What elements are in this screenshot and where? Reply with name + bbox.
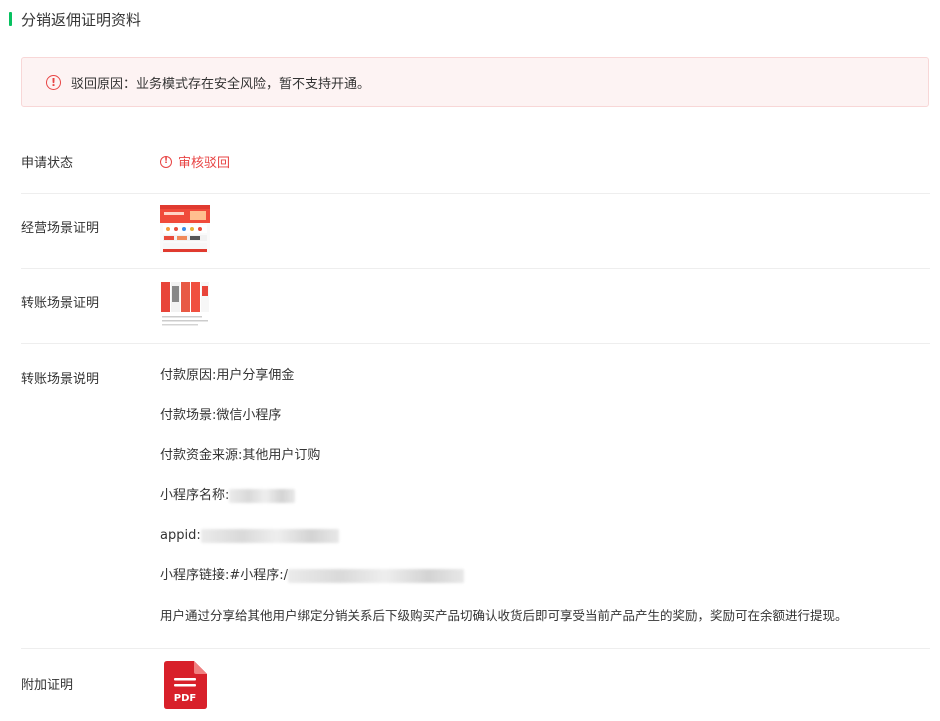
extra-proof-label: 附加证明	[21, 678, 74, 693]
exclamation-circle-icon: !	[46, 74, 61, 90]
business-scene-thumbnail[interactable]	[160, 205, 210, 253]
status-badge: ! 审核驳回	[160, 152, 230, 171]
rejection-reason-text: 驳回原因：业务模式存在安全风险，暂不支持开通。	[71, 76, 371, 92]
desc-line-reason: 付款原因:用户分享佣金	[160, 368, 295, 383]
desc-line-mini-name: 小程序名称:	[160, 486, 848, 526]
desc-line-link: 小程序链接:#小程序:/	[160, 566, 848, 606]
transfer-desc-label: 转账场景说明	[21, 372, 100, 387]
redacted-value	[229, 489, 296, 503]
appid-label: appid:	[160, 528, 201, 543]
business-scene-label: 经营场景证明	[21, 221, 100, 236]
status-row: 申请状态 ! 审核驳回	[21, 140, 930, 194]
status-label: 申请状态	[21, 156, 74, 171]
rejection-alert: ! 驳回原因：业务模式存在安全风险，暂不支持开通。	[21, 57, 929, 107]
section-title: 分销返佣证明资料	[21, 10, 142, 29]
transfer-desc-content: 付款原因:用户分享佣金 付款场景:微信小程序 付款资金来源:其他用户订购 小程序…	[160, 366, 848, 646]
redacted-value	[200, 529, 339, 543]
transfer-desc-row: 转账场景说明 付款原因:用户分享佣金 付款场景:微信小程序 付款资金来源:其他用…	[21, 344, 930, 649]
link-label: 小程序链接:#小程序:/	[160, 568, 289, 583]
screenshot-thumbnail-icon	[160, 205, 210, 253]
redacted-value	[288, 569, 465, 583]
desc-line-scene: 付款场景:微信小程序	[160, 408, 282, 423]
extra-proof-row: 附加证明 PDF	[21, 649, 930, 721]
pdf-file-icon[interactable]: PDF	[160, 660, 210, 710]
title-accent-bar	[9, 12, 12, 26]
pdf-type-label: PDF	[174, 693, 196, 704]
section-header: 分销返佣证明资料	[9, 9, 141, 29]
desc-line-detail: 用户通过分享给其他用户绑定分销关系后下级购买产品切确认收货后即可享受当前产品产生…	[160, 608, 848, 623]
status-value: 审核驳回	[178, 156, 231, 171]
mini-name-label: 小程序名称:	[160, 488, 230, 503]
desc-line-source: 付款资金来源:其他用户订购	[160, 448, 321, 463]
business-scene-row: 经营场景证明	[21, 194, 930, 269]
desc-line-appid: appid:	[160, 526, 848, 566]
transfer-scene-label: 转账场景证明	[21, 296, 100, 311]
screenshot-thumbnail-icon	[160, 280, 210, 328]
transfer-scene-row: 转账场景证明	[21, 269, 930, 344]
transfer-scene-thumbnail[interactable]	[160, 280, 210, 328]
page: 分销返佣证明资料 ! 驳回原因：业务模式存在安全风险，暂不支持开通。 申请状态 …	[0, 0, 940, 721]
exclamation-circle-icon: !	[160, 155, 172, 168]
